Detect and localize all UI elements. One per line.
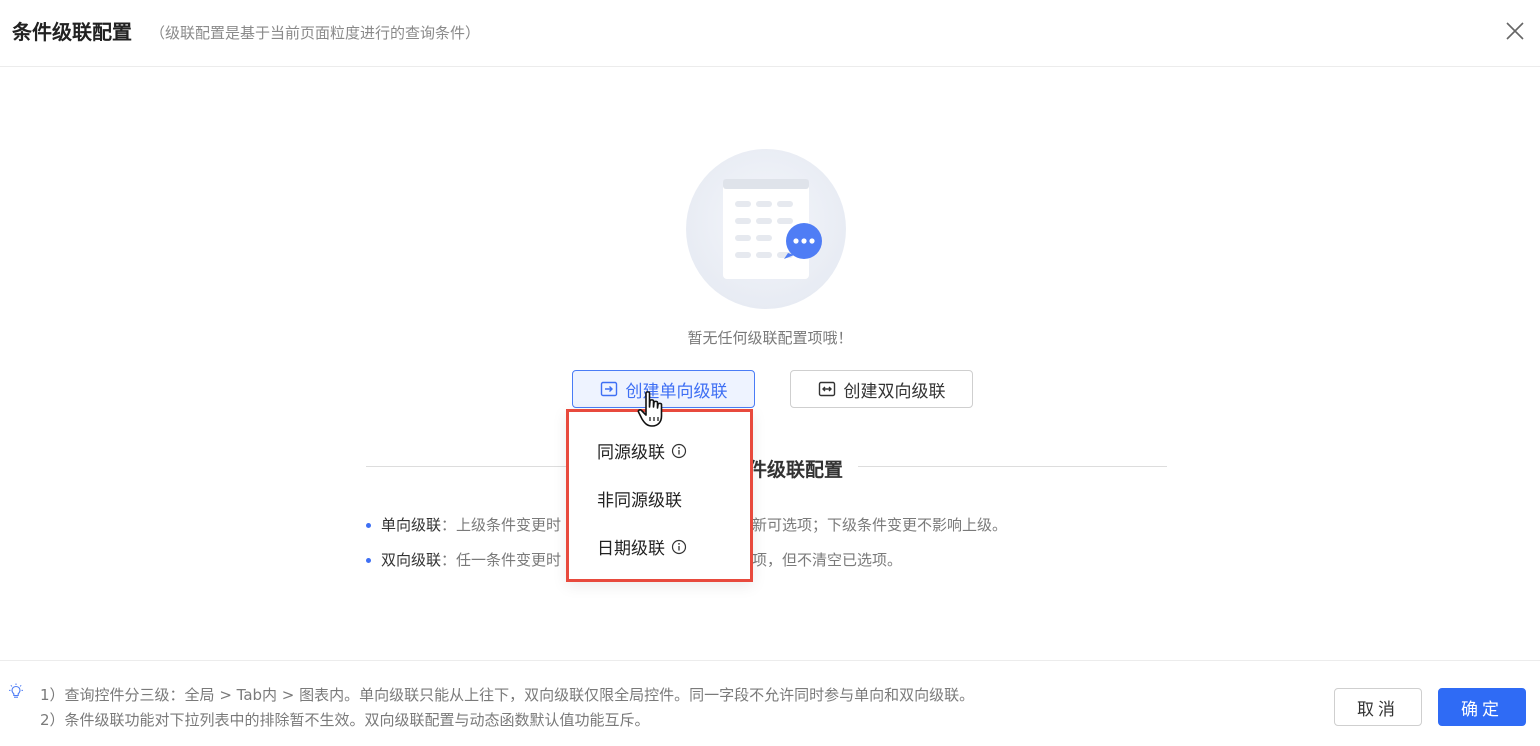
create-double-cascade-label: 创建双向级联 (843, 381, 946, 402)
close-icon[interactable] (1506, 22, 1524, 40)
menu-item-diff-source[interactable]: 非同源级联 (597, 486, 682, 511)
desc-double-tail: 项，但不清空已选项。 (752, 551, 903, 569)
desc-single-tail: 新可选项；下级条件变更不影响上级。 (752, 516, 1008, 534)
bullet-dot (366, 558, 371, 563)
section-divider-left (366, 466, 566, 467)
desc-single-cascade: 单向级联：上级条件变更时 (366, 514, 561, 535)
cascade-type-dropdown: 同源级联 非同源级联 日期级联 (566, 409, 753, 582)
menu-item-same-source[interactable]: 同源级联 (597, 438, 687, 463)
lightbulb-icon (9, 683, 23, 698)
dialog-header: 条件级联配置 （级联配置是基于当前页面粒度进行的查询条件） (0, 0, 1540, 67)
desc-double-cascade: 双向级联：任一条件变更时 (366, 549, 561, 570)
info-icon[interactable] (671, 539, 687, 555)
cancel-button[interactable]: 取消 (1334, 688, 1422, 726)
section-divider-right (858, 466, 1167, 467)
create-double-cascade-button[interactable]: 创建双向级联 (790, 370, 973, 408)
confirm-button[interactable]: 确定 (1438, 688, 1526, 726)
section-title: 件级联配置 (748, 459, 844, 481)
bullet-dot (366, 523, 371, 528)
hand-cursor-icon (637, 391, 663, 427)
footer-note-1: 1）查询控件分三级：全局 > Tab内 > 图表内。单向级联只能从上往下，双向级… (40, 686, 975, 704)
desc-lead: ：上级条件变更时 (441, 516, 562, 534)
dialog-subtitle: （级联配置是基于当前页面粒度进行的查询条件） (150, 24, 481, 42)
arrow-right-box-icon (600, 381, 617, 397)
info-icon[interactable] (671, 443, 687, 459)
dialog-footer: 1）查询控件分三级：全局 > Tab内 > 图表内。单向级联只能从上往下，双向级… (0, 660, 1540, 746)
menu-item-label: 日期级联 (597, 539, 665, 559)
desc-term: 双向级联 (381, 551, 442, 569)
menu-item-label: 非同源级联 (597, 491, 682, 511)
arrow-both-box-icon (818, 381, 835, 397)
menu-item-date[interactable]: 日期级联 (597, 534, 687, 559)
dialog-title: 条件级联配置 (12, 20, 132, 44)
menu-item-label: 同源级联 (597, 443, 665, 463)
desc-lead: ：任一条件变更时 (441, 551, 562, 569)
desc-term: 单向级联 (381, 516, 442, 534)
cascade-config-dialog: 条件级联配置 （级联配置是基于当前页面粒度进行的查询条件） 暂无任何级联配置项哦… (0, 0, 1540, 746)
empty-state-message: 暂无任何级联配置项哦！ (687, 329, 853, 347)
empty-illustration-icon (686, 149, 846, 309)
footer-note-2: 2）条件级联功能对下拉列表中的排除暂不生效。双向级联配置与动态函数默认值功能互斥… (40, 711, 650, 729)
